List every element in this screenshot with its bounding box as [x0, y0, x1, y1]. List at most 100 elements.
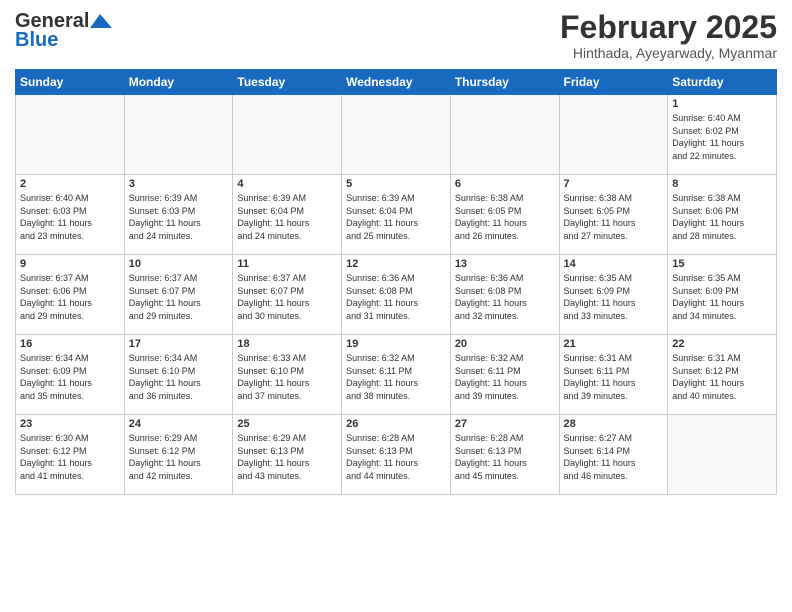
day-number: 15	[672, 258, 772, 270]
day-number: 22	[672, 338, 772, 350]
day-info: Sunrise: 6:39 AM Sunset: 6:04 PM Dayligh…	[237, 192, 337, 242]
day-info: Sunrise: 6:29 AM Sunset: 6:12 PM Dayligh…	[129, 432, 229, 482]
day-info: Sunrise: 6:31 AM Sunset: 6:12 PM Dayligh…	[672, 352, 772, 402]
day-info: Sunrise: 6:28 AM Sunset: 6:13 PM Dayligh…	[455, 432, 555, 482]
day-number: 12	[346, 258, 446, 270]
calendar-header-row: SundayMondayTuesdayWednesdayThursdayFrid…	[16, 70, 777, 95]
calendar-cell: 9Sunrise: 6:37 AM Sunset: 6:06 PM Daylig…	[16, 255, 125, 335]
day-info: Sunrise: 6:36 AM Sunset: 6:08 PM Dayligh…	[455, 272, 555, 322]
calendar-cell: 8 Sunrise: 6:38 AM Sunset: 6:06 PM Daylig…	[668, 175, 777, 255]
column-header-friday: Friday	[559, 70, 668, 95]
day-info: Sunrise: 6:38 AM Sunset: 6:05 PM Dayligh…	[564, 192, 664, 242]
calendar-cell	[16, 95, 125, 175]
column-header-saturday: Saturday	[668, 70, 777, 95]
calendar-week-row: 1 Sunrise: 6:40 AM Sunset: 6:02 PM Daylig…	[16, 95, 777, 175]
calendar-cell: 18Sunrise: 6:33 AM Sunset: 6:10 PM Dayli…	[233, 335, 342, 415]
calendar-cell	[124, 95, 233, 175]
day-info: Sunrise: 6:32 AM Sunset: 6:11 PM Dayligh…	[346, 352, 446, 402]
calendar-cell: 27 Sunrise: 6:28 AM Sunset: 6:13 PM Dayli…	[450, 415, 559, 495]
day-info: Sunrise: 6:40 AM Sunset: 6:02 PM Dayligh…	[672, 112, 772, 162]
calendar-cell: 24 Sunrise: 6:29 AM Sunset: 6:12 PM Dayli…	[124, 415, 233, 495]
day-number: 16	[20, 338, 120, 350]
day-number: 8	[672, 178, 772, 190]
calendar-cell: 5 Sunrise: 6:39 AM Sunset: 6:04 PM Daylig…	[342, 175, 451, 255]
page-header: General Blue February 2025 Hinthada, Aye…	[15, 10, 777, 61]
day-number: 23	[20, 418, 120, 430]
day-info: Sunrise: 6:31 AM Sunset: 6:11 PM Dayligh…	[564, 352, 664, 402]
calendar-cell: 4 Sunrise: 6:39 AM Sunset: 6:04 PM Daylig…	[233, 175, 342, 255]
day-info: Sunrise: 6:36 AM Sunset: 6:08 PM Dayligh…	[346, 272, 446, 322]
calendar-cell: 20 Sunrise: 6:32 AM Sunset: 6:11 PM Dayli…	[450, 335, 559, 415]
day-info: Sunrise: 6:39 AM Sunset: 6:04 PM Dayligh…	[346, 192, 446, 242]
day-info: Sunrise: 6:37 AM Sunset: 6:07 PM Dayligh…	[129, 272, 229, 322]
location-subtitle: Hinthada, Ayeyarwady, Myanmar	[560, 45, 777, 61]
calendar-week-row: 9Sunrise: 6:37 AM Sunset: 6:06 PM Daylig…	[16, 255, 777, 335]
calendar-cell: 26Sunrise: 6:28 AM Sunset: 6:13 PM Dayli…	[342, 415, 451, 495]
calendar-cell: 12 Sunrise: 6:36 AM Sunset: 6:08 PM Dayli…	[342, 255, 451, 335]
day-info: Sunrise: 6:40 AM Sunset: 6:03 PM Dayligh…	[20, 192, 120, 242]
month-title: February 2025	[560, 10, 777, 45]
calendar-cell: 16 Sunrise: 6:34 AM Sunset: 6:09 PM Dayli…	[16, 335, 125, 415]
column-header-tuesday: Tuesday	[233, 70, 342, 95]
day-number: 24	[129, 418, 229, 430]
calendar-cell: 10 Sunrise: 6:37 AM Sunset: 6:07 PM Dayli…	[124, 255, 233, 335]
day-number: 14	[564, 258, 664, 270]
calendar-cell: 3 Sunrise: 6:39 AM Sunset: 6:03 PM Daylig…	[124, 175, 233, 255]
title-area: February 2025 Hinthada, Ayeyarwady, Myan…	[560, 10, 777, 61]
day-info: Sunrise: 6:32 AM Sunset: 6:11 PM Dayligh…	[455, 352, 555, 402]
day-number: 17	[129, 338, 229, 350]
day-number: 25	[237, 418, 337, 430]
calendar-cell: 13Sunrise: 6:36 AM Sunset: 6:08 PM Dayli…	[450, 255, 559, 335]
day-number: 19	[346, 338, 446, 350]
day-number: 20	[455, 338, 555, 350]
day-info: Sunrise: 6:38 AM Sunset: 6:05 PM Dayligh…	[455, 192, 555, 242]
calendar-cell: 28 Sunrise: 6:27 AM Sunset: 6:14 PM Dayli…	[559, 415, 668, 495]
calendar-cell	[450, 95, 559, 175]
day-info: Sunrise: 6:37 AM Sunset: 6:06 PM Dayligh…	[20, 272, 120, 322]
day-number: 10	[129, 258, 229, 270]
day-number: 5	[346, 178, 446, 190]
column-header-thursday: Thursday	[450, 70, 559, 95]
calendar-cell: 17 Sunrise: 6:34 AM Sunset: 6:10 PM Dayli…	[124, 335, 233, 415]
calendar-cell: 19 Sunrise: 6:32 AM Sunset: 6:11 PM Dayli…	[342, 335, 451, 415]
day-info: Sunrise: 6:38 AM Sunset: 6:06 PM Dayligh…	[672, 192, 772, 242]
calendar-cell	[233, 95, 342, 175]
calendar-table: SundayMondayTuesdayWednesdayThursdayFrid…	[15, 69, 777, 495]
day-number: 27	[455, 418, 555, 430]
day-info: Sunrise: 6:34 AM Sunset: 6:10 PM Dayligh…	[129, 352, 229, 402]
day-number: 11	[237, 258, 337, 270]
logo: General Blue	[15, 10, 112, 52]
day-info: Sunrise: 6:37 AM Sunset: 6:07 PM Dayligh…	[237, 272, 337, 322]
day-info: Sunrise: 6:29 AM Sunset: 6:13 PM Dayligh…	[237, 432, 337, 482]
calendar-cell: 21 Sunrise: 6:31 AM Sunset: 6:11 PM Dayli…	[559, 335, 668, 415]
day-number: 18	[237, 338, 337, 350]
calendar-cell: 6Sunrise: 6:38 AM Sunset: 6:05 PM Daylig…	[450, 175, 559, 255]
calendar-cell: 7Sunrise: 6:38 AM Sunset: 6:05 PM Daylig…	[559, 175, 668, 255]
column-header-monday: Monday	[124, 70, 233, 95]
day-info: Sunrise: 6:27 AM Sunset: 6:14 PM Dayligh…	[564, 432, 664, 482]
day-info: Sunrise: 6:34 AM Sunset: 6:09 PM Dayligh…	[20, 352, 120, 402]
day-info: Sunrise: 6:30 AM Sunset: 6:12 PM Dayligh…	[20, 432, 120, 482]
day-number: 28	[564, 418, 664, 430]
day-info: Sunrise: 6:35 AM Sunset: 6:09 PM Dayligh…	[672, 272, 772, 322]
calendar-cell: 25 Sunrise: 6:29 AM Sunset: 6:13 PM Dayli…	[233, 415, 342, 495]
calendar-week-row: 2 Sunrise: 6:40 AM Sunset: 6:03 PM Daylig…	[16, 175, 777, 255]
calendar-cell: 1 Sunrise: 6:40 AM Sunset: 6:02 PM Daylig…	[668, 95, 777, 175]
calendar-cell: 11 Sunrise: 6:37 AM Sunset: 6:07 PM Dayli…	[233, 255, 342, 335]
calendar-week-row: 23 Sunrise: 6:30 AM Sunset: 6:12 PM Dayli…	[16, 415, 777, 495]
calendar-cell: 15 Sunrise: 6:35 AM Sunset: 6:09 PM Dayli…	[668, 255, 777, 335]
day-number: 2	[20, 178, 120, 190]
calendar-cell: 22 Sunrise: 6:31 AM Sunset: 6:12 PM Dayli…	[668, 335, 777, 415]
day-number: 1	[672, 98, 772, 110]
calendar-cell	[668, 415, 777, 495]
day-number: 21	[564, 338, 664, 350]
day-info: Sunrise: 6:39 AM Sunset: 6:03 PM Dayligh…	[129, 192, 229, 242]
day-number: 4	[237, 178, 337, 190]
logo-text-blue: Blue	[15, 29, 58, 52]
day-number: 3	[129, 178, 229, 190]
calendar-cell	[342, 95, 451, 175]
column-header-sunday: Sunday	[16, 70, 125, 95]
day-info: Sunrise: 6:35 AM Sunset: 6:09 PM Dayligh…	[564, 272, 664, 322]
calendar-cell: 14 Sunrise: 6:35 AM Sunset: 6:09 PM Dayli…	[559, 255, 668, 335]
calendar-cell: 2 Sunrise: 6:40 AM Sunset: 6:03 PM Daylig…	[16, 175, 125, 255]
